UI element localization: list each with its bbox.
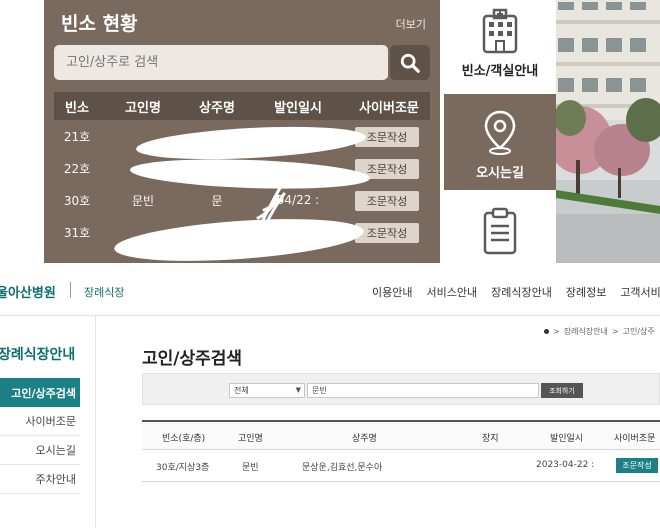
nav-item-funeral-info[interactable]: 장례정보 <box>566 284 606 300</box>
col-cyber: 사이버조문 <box>359 100 419 116</box>
room-cell: 31호 <box>63 225 91 240</box>
col-date: 발인일시 <box>274 100 322 116</box>
breadcrumb: > 장례식장안내 > 고인/상주 <box>544 326 655 337</box>
room-cell: 21호 <box>63 129 91 144</box>
sidebar: 장례식장안내 고인/상주검색 사이버조문 오시는길 주차안내 <box>0 316 96 528</box>
results-header: 빈소(호/층) 고인명 상주명 장지 발인일시 사이버조문 <box>142 420 660 450</box>
sidebar-title: 장례식장안내 <box>0 347 76 363</box>
nav-item-usage[interactable]: 이용안내 <box>372 284 412 300</box>
condolence-button[interactable]: 조문작성 <box>616 458 658 473</box>
col-deceased: 고인명 <box>125 100 161 116</box>
col-deceased: 고인명 <box>238 434 263 444</box>
col-room: 빈소(호/층) <box>162 434 206 444</box>
search-area: 전체 ▼ 조회하기 <box>142 373 660 405</box>
directions-label: 오시는길 <box>476 166 524 181</box>
nav-item-funeral-hall[interactable]: 장례식장안내 <box>491 284 552 300</box>
mourner-cell: 문 <box>211 193 223 208</box>
col-cyber: 사이버조문 <box>614 434 656 444</box>
notice-button[interactable] <box>444 192 556 263</box>
hospital-logo[interactable]: 울아산병원 <box>0 282 56 301</box>
col-mourners: 상주명 <box>352 434 377 444</box>
panel-title: 빈소 현황 <box>61 13 138 35</box>
col-room: 빈소 <box>65 100 89 116</box>
deceased-cell: 문빈 <box>131 193 155 208</box>
sidebar-item-search[interactable]: 고인/상주검색 <box>0 378 80 407</box>
search-input[interactable] <box>54 45 388 80</box>
col-date: 발인일시 <box>550 434 584 444</box>
search-icon <box>400 53 420 73</box>
breadcrumb-item[interactable]: 고인/상주 <box>623 326 655 337</box>
room-info-button[interactable]: 빈소/객실안내 <box>444 0 556 92</box>
date-cell: 2023-04-22 : <box>536 460 595 470</box>
building-icon <box>482 8 518 54</box>
nav-item-service[interactable]: 서비스안내 <box>426 284 477 300</box>
search-button[interactable] <box>390 45 430 80</box>
chevron-down-icon: ▼ <box>295 386 301 394</box>
room-cell: 22호 <box>63 161 91 176</box>
global-nav: 이용안내 서비스안내 장례식장안내 장례정보 고객서비 <box>372 284 660 300</box>
main-content: > 장례식장안내 > 고인/상주 고인/상주검색 전체 ▼ 조회하기 빈소(호/… <box>96 316 660 528</box>
select-value: 전체 <box>234 386 249 395</box>
location-pin-icon <box>484 110 516 155</box>
col-mourner: 상주명 <box>199 100 235 116</box>
site-header: 울아산병원 장례식장 이용안내 서비스안내 장례식장안내 장례정보 고객서비 <box>0 268 660 316</box>
results-table: 빈소(호/층) 고인명 상주명 장지 발인일시 사이버조문 30호/지상3층 문… <box>142 420 660 482</box>
condolence-button[interactable]: 조문작성 <box>355 223 419 243</box>
chevron-right-icon: > <box>611 327 619 336</box>
table-row: 30호 문빈 문 04/22 : 조문작성 <box>54 184 430 216</box>
col-burial: 장지 <box>482 434 499 444</box>
deceased-cell: 문빈 <box>242 463 259 473</box>
redaction-scribble <box>256 186 286 226</box>
building-photo <box>556 0 660 263</box>
room-cell: 30호 <box>63 193 91 208</box>
page-title: 고인/상주검색 <box>142 349 243 369</box>
sidebar-item-directions[interactable]: 오시는길 <box>0 436 80 465</box>
status-table-header: 빈소 고인명 상주명 발인일시 사이버조문 <box>54 92 430 120</box>
home-icon[interactable] <box>544 329 549 334</box>
mourners-cell: 문상운,김효선,문수아 <box>302 463 383 473</box>
search-type-select[interactable]: 전체 ▼ <box>229 383 305 398</box>
left-blank-area <box>0 0 44 263</box>
keyword-input[interactable] <box>307 383 539 398</box>
logo-subtitle: 장례식장 <box>84 286 125 299</box>
room-cell: 30호/지상3층 <box>156 463 210 473</box>
sidebar-item-cyber[interactable]: 사이버조문 <box>0 407 80 436</box>
clipboard-icon <box>483 207 517 255</box>
sidebar-list: 고인/상주검색 사이버조문 오시는길 주차안내 <box>0 378 80 494</box>
search-submit-button[interactable]: 조회하기 <box>541 383 583 398</box>
quick-menu: 빈소/객실안내 오시는길 <box>444 0 556 263</box>
chevron-right-icon: > <box>553 327 560 336</box>
logo-divider <box>70 282 71 298</box>
sidebar-item-parking[interactable]: 주차안내 <box>0 465 80 494</box>
table-row: 30호/지상3층 문빈 문상운,김효선,문수아 2023-04-22 : 조문작… <box>142 450 660 482</box>
mobile-screenshot: 빈소 현황 더보기 빈소 고인명 상주명 발인일시 사이버조문 21호 조문작 <box>0 0 660 263</box>
desktop-screenshot: 울아산병원 장례식장 이용안내 서비스안내 장례식장안내 장례정보 고객서비 장… <box>0 268 660 528</box>
directions-button[interactable]: 오시는길 <box>444 94 556 190</box>
breadcrumb-item[interactable]: 장례식장안내 <box>564 326 608 337</box>
room-info-label: 빈소/객실안내 <box>461 64 539 79</box>
more-link[interactable]: 더보기 <box>396 16 426 32</box>
condolence-button[interactable]: 조문작성 <box>355 191 419 211</box>
search-box <box>54 45 388 80</box>
nav-item-customer[interactable]: 고객서비 <box>620 284 660 300</box>
room-status-panel: 빈소 현황 더보기 빈소 고인명 상주명 발인일시 사이버조문 21호 조문작 <box>44 0 440 263</box>
